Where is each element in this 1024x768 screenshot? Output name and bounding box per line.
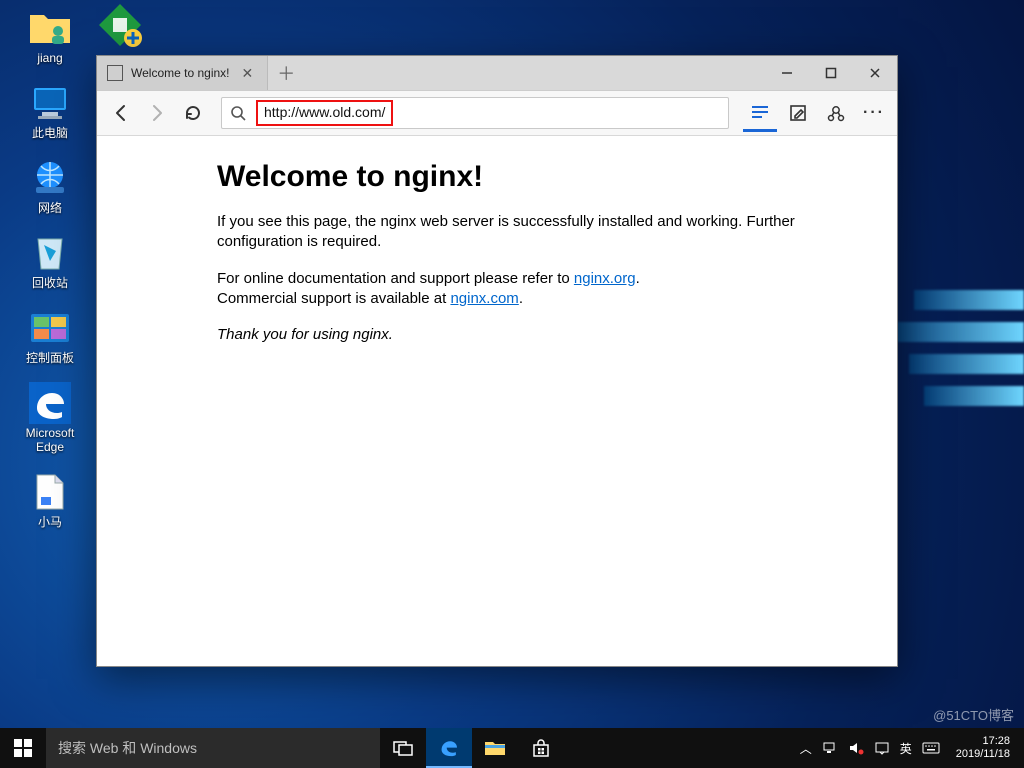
url-text: http://www.old.com/ — [264, 104, 385, 120]
icon-label: 网络 — [38, 201, 62, 215]
reading-view-icon[interactable] — [743, 95, 777, 132]
page-paragraph-1: If you see this page, the nginx web serv… — [217, 212, 857, 253]
desktop-icon-edge[interactable]: Microsoft Edge — [14, 383, 86, 454]
project-shortcut-icon[interactable] — [95, 0, 145, 50]
share-icon[interactable] — [819, 96, 853, 130]
desktop-icon-text-file[interactable]: 小马 — [14, 472, 86, 529]
window-controls — [765, 56, 897, 90]
browser-toolbar: http://www.old.com/ ··· — [97, 90, 897, 136]
icon-label: 回收站 — [32, 276, 68, 290]
globe-icon — [28, 158, 72, 198]
refresh-button[interactable] — [175, 95, 211, 131]
browser-window: Welcome to nginx! ✕ ＋ http://www.old.com… — [96, 55, 898, 667]
tray-ime-icon[interactable]: 英 — [900, 740, 912, 757]
taskbar: 搜索 Web 和 Windows ︿ 英 17:28 2019/11/18 — [0, 728, 1024, 768]
wallpaper-accent — [894, 290, 1024, 420]
tray-notifications-icon[interactable] — [874, 741, 890, 755]
forward-button[interactable] — [139, 95, 175, 131]
computer-icon — [28, 83, 72, 123]
icon-label: 控制面板 — [26, 351, 74, 365]
tray-keyboard-icon[interactable] — [922, 742, 940, 754]
page-viewport[interactable]: Welcome to nginx! If you see this page, … — [97, 136, 897, 666]
file-icon — [28, 472, 72, 512]
taskbar-explorer-button[interactable] — [472, 728, 518, 768]
nginx-org-link[interactable]: nginx.org — [574, 270, 636, 287]
icon-label: 此电脑 — [32, 126, 68, 140]
icon-label: 小马 — [38, 515, 62, 529]
more-menu-icon[interactable]: ··· — [857, 96, 891, 130]
clock-time: 17:28 — [956, 735, 1010, 748]
search-icon — [222, 105, 254, 121]
desktop-icon-recycle-bin[interactable]: 回收站 — [14, 233, 86, 290]
page-heading: Welcome to nginx! — [217, 160, 857, 194]
new-tab-button[interactable]: ＋ — [268, 56, 304, 90]
close-window-button[interactable] — [853, 56, 897, 90]
desktop-icon-control-panel[interactable]: 控制面板 — [14, 308, 86, 365]
page-content: Welcome to nginx! If you see this page, … — [97, 136, 887, 381]
desktop-icon-network[interactable]: 网络 — [14, 158, 86, 215]
browser-tab[interactable]: Welcome to nginx! ✕ — [97, 56, 268, 90]
tray-volume-icon[interactable] — [848, 741, 864, 755]
task-view-button[interactable] — [380, 728, 426, 768]
recycle-bin-icon — [28, 233, 72, 273]
maximize-button[interactable] — [809, 56, 853, 90]
desktop-icons: jiang 此电脑 网络 回收站 控制面板 Microsoft Edge 小马 — [10, 8, 90, 529]
tray-network-icon[interactable] — [822, 741, 838, 755]
clock-date: 2019/11/18 — [956, 748, 1010, 761]
taskbar-clock[interactable]: 17:28 2019/11/18 — [950, 735, 1016, 761]
edge-icon — [28, 383, 72, 423]
system-tray: ︿ 英 17:28 2019/11/18 — [792, 728, 1024, 768]
tab-strip: Welcome to nginx! ✕ ＋ — [97, 56, 897, 90]
taskbar-search[interactable]: 搜索 Web 和 Windows — [46, 728, 380, 768]
taskbar-edge-button[interactable] — [426, 728, 472, 768]
icon-label: Microsoft Edge — [26, 426, 75, 454]
tray-chevron-up-icon[interactable]: ︿ — [800, 740, 812, 757]
back-button[interactable] — [103, 95, 139, 131]
address-bar[interactable]: http://www.old.com/ — [221, 97, 729, 129]
control-panel-icon — [28, 308, 72, 348]
desktop-icon-user-folder[interactable]: jiang — [14, 8, 86, 65]
desktop[interactable]: jiang 此电脑 网络 回收站 控制面板 Microsoft Edge 小马 — [0, 0, 1024, 768]
search-placeholder: 搜索 Web 和 Windows — [58, 738, 197, 758]
desktop-icon-this-pc[interactable]: 此电脑 — [14, 83, 86, 140]
icon-label: jiang — [37, 51, 62, 65]
watermark: @51CTO博客 — [933, 705, 1014, 724]
minimize-button[interactable] — [765, 56, 809, 90]
page-icon — [107, 65, 123, 81]
url-highlight-box: http://www.old.com/ — [256, 100, 393, 126]
notes-icon[interactable] — [781, 96, 815, 130]
toolbar-right-icons: ··· — [743, 95, 891, 132]
start-button[interactable] — [0, 728, 46, 768]
page-thanks: Thank you for using nginx. — [217, 325, 857, 345]
nginx-com-link[interactable]: nginx.com — [450, 290, 518, 307]
taskbar-store-button[interactable] — [518, 728, 564, 768]
tab-title: Welcome to nginx! — [131, 66, 230, 80]
page-paragraph-2: For online documentation and support ple… — [217, 269, 857, 310]
folder-icon — [28, 8, 72, 48]
tab-close-icon[interactable]: ✕ — [238, 65, 258, 82]
